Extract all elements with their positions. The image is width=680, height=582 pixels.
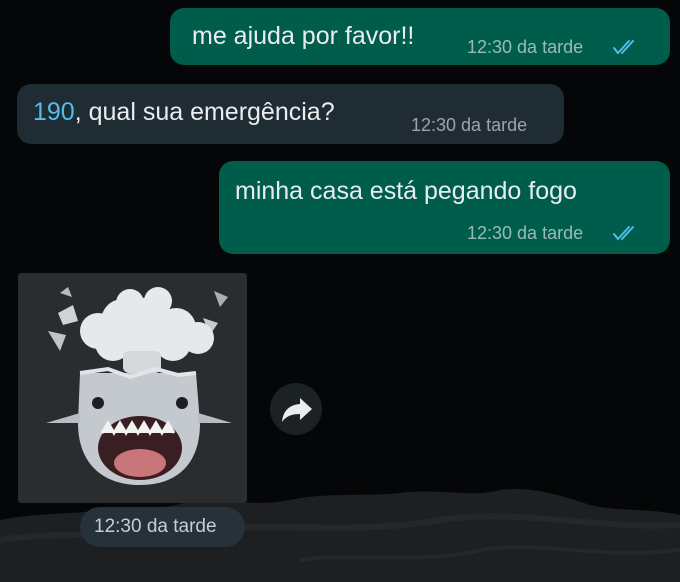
read-receipt-icon	[613, 40, 634, 55]
exploding-head-shark-icon	[46, 287, 232, 485]
message-text: minha casa está pegando fogo	[235, 177, 577, 205]
message-bubble-outgoing[interactable]: minha casa está pegando fogo 12:30 da ta…	[219, 161, 670, 254]
message-bubble-incoming[interactable]: 190, qual sua emergência? 12:30 da tarde	[17, 84, 564, 144]
forward-button[interactable]	[270, 383, 322, 435]
message-timestamp: 12:30 da tarde	[94, 516, 217, 537]
phone-number-link[interactable]: 190	[33, 98, 75, 126]
message-bubble-outgoing[interactable]: me ajuda por favor!! 12:30 da tarde	[170, 8, 670, 65]
sticker-message[interactable]	[18, 273, 247, 503]
sticker-timestamp-pill: 12:30 da tarde	[80, 507, 245, 547]
message-text-rest: , qual sua emergência?	[74, 98, 335, 126]
message-timestamp: 12:30 da tarde	[411, 115, 528, 135]
message-timestamp: 12:30 da tarde	[467, 223, 584, 243]
message-text: me ajuda por favor!!	[192, 22, 415, 50]
forward-arrow-icon	[282, 398, 312, 422]
message-timestamp: 12:30 da tarde	[467, 37, 584, 57]
read-receipt-icon	[613, 226, 634, 241]
message-text: 190, qual sua emergência?	[33, 100, 335, 125]
